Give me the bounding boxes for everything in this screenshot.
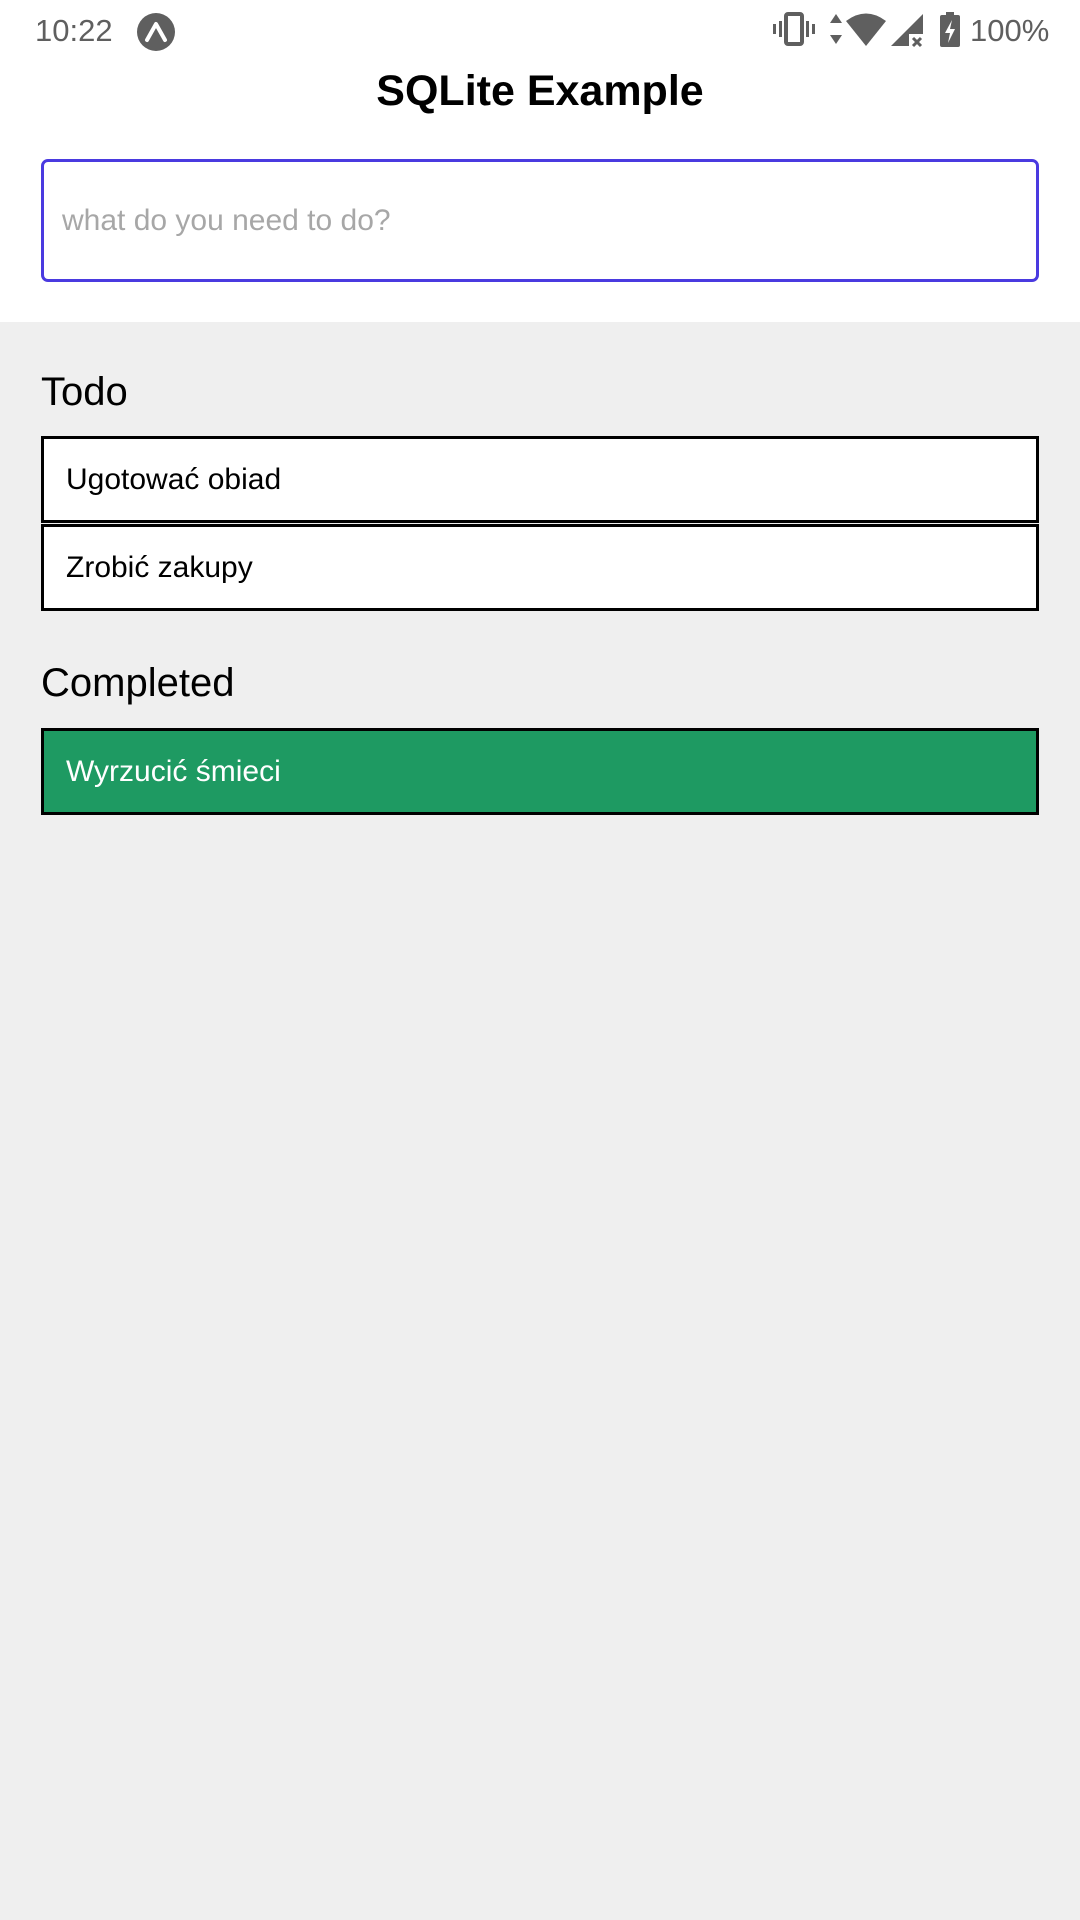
- vibrate-icon: [773, 12, 815, 46]
- expo-icon: [137, 13, 175, 51]
- todo-input[interactable]: [41, 159, 1039, 282]
- battery-percentage: 100%: [970, 13, 1050, 48]
- status-time: 10:22: [35, 13, 113, 48]
- todo-section-heading: Todo: [41, 370, 128, 414]
- page-title: SQLite Example: [376, 67, 704, 115]
- cell-signal-off-icon: [891, 14, 923, 48]
- todo-item[interactable]: Zrobić zakupy: [41, 524, 1039, 611]
- completed-section-heading: Completed: [41, 661, 235, 705]
- status-bar: 10:22 100%: [0, 0, 1080, 62]
- wifi-icon: [846, 13, 886, 46]
- data-arrows-icon: [830, 14, 842, 44]
- completed-item[interactable]: Wyrzucić śmieci: [41, 728, 1039, 815]
- battery-charging-icon: [940, 12, 960, 47]
- todo-item[interactable]: Ugotować obiad: [41, 436, 1039, 523]
- app-screen: 10:22 100% SQLite Example what do you ne…: [0, 0, 1080, 1920]
